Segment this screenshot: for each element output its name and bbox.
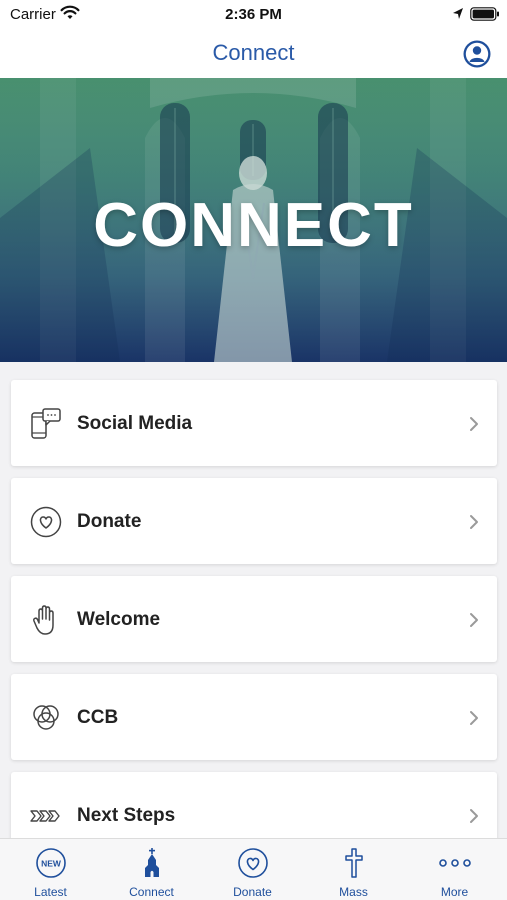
heart-icon [238, 848, 268, 878]
chevrons-icon [30, 810, 60, 822]
profile-icon[interactable] [462, 39, 492, 69]
new-badge-text: NEW [41, 859, 62, 869]
tab-label: Mass [339, 885, 368, 899]
connect-list: Social Media Donate Welcome CCB Next Ste… [11, 380, 497, 870]
list-item-welcome[interactable]: Welcome [11, 576, 497, 662]
page-title: Connect [212, 40, 295, 65]
chevron-right-icon [470, 417, 478, 431]
list-item-label: Social Media [77, 413, 193, 434]
tab-label: Connect [129, 885, 174, 899]
chevron-right-icon [470, 809, 478, 823]
tab-label: Latest [34, 885, 67, 899]
chevron-right-icon [470, 613, 478, 627]
more-icon [439, 859, 471, 867]
new-icon: NEW [36, 848, 66, 878]
chevron-right-icon [470, 711, 478, 725]
list-item-ccb[interactable]: CCB [11, 674, 497, 760]
cross-icon [345, 848, 363, 878]
list-item-label: Next Steps [77, 805, 176, 826]
list-item-label: Welcome [77, 609, 161, 630]
list-item-label: CCB [77, 707, 119, 728]
status-time: 2:36 PM [225, 6, 282, 23]
battery-icon [470, 7, 499, 21]
nav-bar: Connect [0, 30, 507, 78]
location-arrow-icon [453, 8, 463, 19]
tab-latest[interactable]: NEW Latest [0, 839, 101, 900]
heart-icon [30, 506, 62, 538]
circles-icon [33, 705, 59, 730]
list-item-donate[interactable]: Donate [11, 478, 497, 564]
hero-banner: CONNECT [0, 78, 507, 362]
social-media-icon [31, 408, 61, 439]
tab-connect[interactable]: Connect [101, 839, 202, 900]
status-bar: Carrier 2:36 PM [0, 0, 507, 30]
tab-donate[interactable]: Donate [202, 839, 303, 900]
tab-bar: NEW Latest Connect Donate Mass More [0, 838, 507, 900]
tab-mass[interactable]: Mass [303, 839, 404, 900]
tab-more[interactable]: More [404, 839, 505, 900]
tab-label: More [440, 885, 469, 899]
list-item-label: Donate [77, 511, 142, 532]
hand-icon [33, 605, 54, 635]
hero-title: CONNECT [93, 191, 414, 260]
tab-label: Donate [233, 885, 272, 899]
church-icon [145, 848, 159, 877]
list-item-social-media[interactable]: Social Media [11, 380, 497, 466]
chevron-right-icon [470, 515, 478, 529]
